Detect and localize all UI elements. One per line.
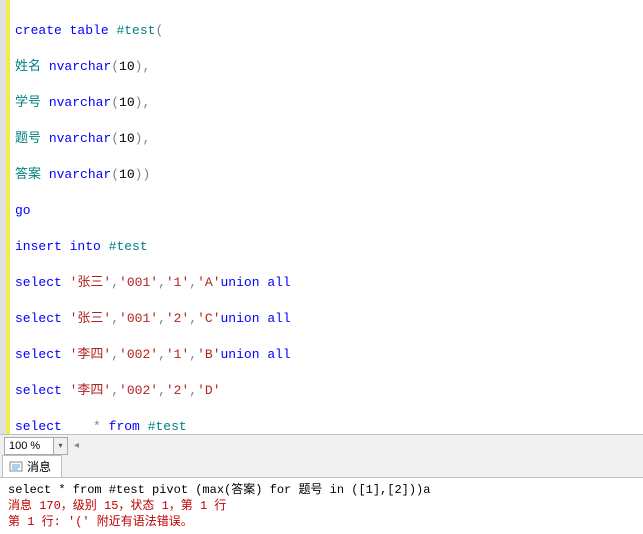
- code-line: 题号 nvarchar(10),: [15, 130, 566, 148]
- code-line: 学号 nvarchar(10),: [15, 94, 566, 112]
- code-line: select '张三','001','1','A'union all: [15, 274, 566, 292]
- code-line: insert into #test: [15, 238, 566, 256]
- code-line: 答案 nvarchar(10)): [15, 166, 566, 184]
- code-line: 姓名 nvarchar(10),: [15, 58, 566, 76]
- code-line: select '李四','002','1','B'union all: [15, 346, 566, 364]
- code-line: create table #test(: [15, 22, 566, 40]
- zoom-dropdown[interactable]: ▾: [54, 437, 68, 455]
- code-line: select '李四','002','2','D': [15, 382, 566, 400]
- tab-messages[interactable]: 消息: [2, 455, 62, 477]
- change-marker: [6, 0, 10, 434]
- sql-editor[interactable]: create table #test( 姓名 nvarchar(10), 学号 …: [0, 0, 643, 434]
- error-line: 第 1 行: '(' 附近有语法错误。: [8, 514, 635, 530]
- message-line: select * from #test pivot (max(答案) for 题…: [8, 482, 635, 498]
- messages-icon: [9, 461, 23, 473]
- tab-label: 消息: [27, 458, 51, 475]
- drag-handle-icon[interactable]: ◂: [74, 440, 79, 452]
- zoom-input[interactable]: [4, 437, 54, 455]
- code-line: go: [15, 202, 566, 220]
- code-area[interactable]: create table #test( 姓名 nvarchar(10), 学号 …: [15, 4, 566, 434]
- code-line: select * from #test: [15, 418, 566, 434]
- zoom-bar: ▾ ◂: [0, 434, 643, 456]
- error-line: 消息 170，级别 15，状态 1，第 1 行: [8, 498, 635, 514]
- results-tabs: 消息: [0, 456, 643, 478]
- code-line: select '张三','001','2','C'union all: [15, 310, 566, 328]
- messages-panel[interactable]: select * from #test pivot (max(答案) for 题…: [0, 478, 643, 534]
